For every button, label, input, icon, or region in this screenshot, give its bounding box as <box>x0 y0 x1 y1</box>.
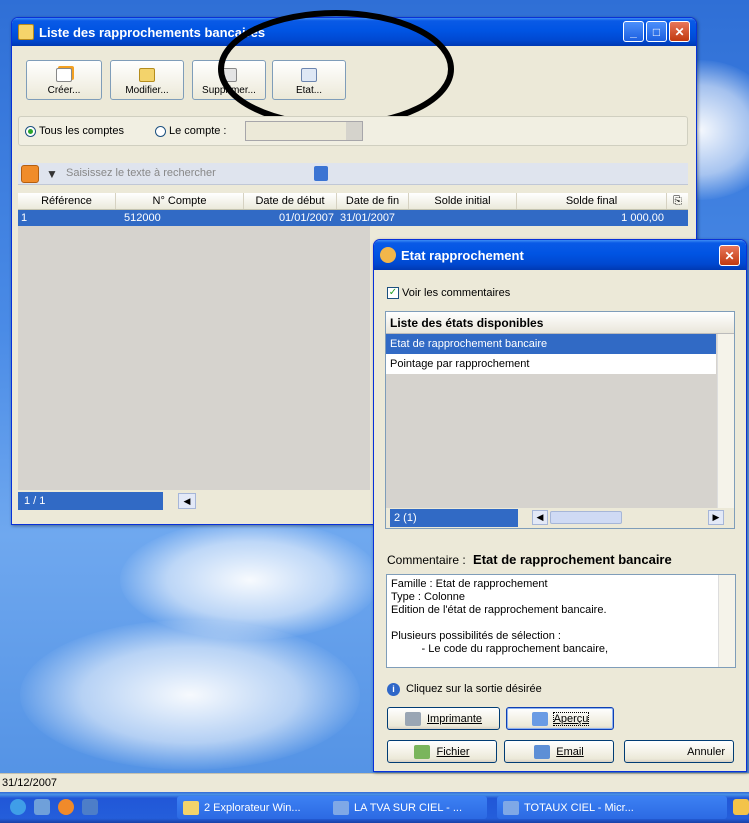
internet-explorer-icon[interactable] <box>10 799 26 815</box>
file-icon <box>414 744 431 759</box>
grid-body <box>18 226 370 490</box>
list-count: 2 (1) <box>390 509 518 527</box>
column-chooser-icon[interactable]: ⎘ <box>667 193 688 209</box>
preview-icon <box>531 711 548 726</box>
cell-start-date: 01/01/2007 <box>278 212 334 224</box>
dialog-icon <box>380 247 396 263</box>
dialog-title: Etat rapprochement <box>401 247 524 263</box>
comment-title: Etat de rapprochement bancaire <box>473 552 672 567</box>
col-start-date[interactable]: Date de début <box>244 193 337 209</box>
col-initial-balance[interactable]: Solde initial <box>409 193 517 209</box>
list-footer: 2 (1) ◀ ▶ <box>386 508 734 528</box>
cell-reference: 1 <box>21 212 28 224</box>
all-accounts-radio[interactable]: Tous les comptes <box>25 125 124 137</box>
radio-dot <box>25 125 36 137</box>
quicklaunch-icon[interactable] <box>82 799 98 815</box>
checkbox-checked-icon: ✓ <box>387 287 399 300</box>
window-icon <box>503 800 519 815</box>
taskbar-item-totaux[interactable]: TOTAUX CIEL - Micr... <box>497 796 727 819</box>
account-select[interactable] <box>245 121 363 141</box>
search-input[interactable]: Saisissez le texte à rechercher <box>66 167 216 179</box>
list-scrollbar[interactable] <box>717 334 734 508</box>
window-icon <box>333 800 349 815</box>
list-item[interactable]: Etat de rapprochement bancaire <box>386 334 716 354</box>
media-player-icon[interactable] <box>58 799 74 815</box>
comment-scrollbar[interactable] <box>718 575 735 667</box>
col-account[interactable]: N° Compte <box>116 193 244 209</box>
search-bar: ▼ Saisissez le texte à rechercher <box>18 163 688 185</box>
status-date: 31/12/2007 <box>2 777 58 789</box>
taskbar: 2 Explorateur Win... LA TVA SUR CIEL - .… <box>0 792 749 823</box>
list-item[interactable]: Pointage par rapprochement <box>386 354 716 374</box>
info-icon: i <box>387 683 400 696</box>
grid-header: Référence N° Compte Date de début Date d… <box>18 193 688 210</box>
comment-line: Edition de l'état de rapprochement banca… <box>391 604 607 616</box>
search-icon[interactable] <box>21 165 39 183</box>
taskbar-item-explorer[interactable]: 2 Explorateur Win... <box>177 796 345 819</box>
comment-heading: Commentaire : Etat de rapprochement banc… <box>387 552 672 567</box>
email-button[interactable]: Email <box>504 740 614 763</box>
dialog-close-button[interactable]: ✕ <box>719 245 740 266</box>
pager-count: 1 / 1 <box>18 492 163 510</box>
search-dropdown-icon[interactable] <box>314 166 328 181</box>
cell-final-balance: 1 000,00 <box>621 212 664 224</box>
comment-line: Type : Colonne <box>391 591 465 603</box>
dropdown-arrow-icon <box>346 122 362 140</box>
cell-end-date: 31/01/2007 <box>340 212 396 224</box>
hscroll-thumb[interactable] <box>550 511 622 524</box>
list-header: Liste des états disponibles <box>386 312 734 334</box>
cell-account: 512000 <box>124 212 161 224</box>
dialog-titlebar[interactable]: Etat rapprochement ✕ <box>374 240 746 270</box>
comment-line: Famille : Etat de rapprochement <box>391 578 548 590</box>
quicklaunch-icon[interactable] <box>34 799 50 815</box>
comment-box[interactable]: Famille : Etat de rapprochement Type : C… <box>386 574 736 668</box>
scroll-left-icon[interactable]: ◀ <box>178 493 196 509</box>
cancel-button[interactable]: Annuler <box>624 740 734 763</box>
file-button[interactable]: Fichier <box>387 740 497 763</box>
states-list: Liste des états disponibles Etat de rapp… <box>385 311 735 529</box>
comment-line: Plusieurs possibilités de sélection : <box>391 630 561 642</box>
pager: 1 / 1 ◀ <box>18 492 370 510</box>
table-row[interactable]: 1 512000 01/01/2007 31/01/2007 1 000,00 <box>18 210 688 226</box>
taskbar-app-icon[interactable] <box>733 799 749 815</box>
cell-initial-balance <box>409 210 517 226</box>
account-filter: Tous les comptes Le compte : <box>18 116 688 146</box>
hscroll-right-icon[interactable]: ▶ <box>708 510 724 525</box>
account-radio[interactable]: Le compte : <box>155 125 226 137</box>
radio-dot <box>155 125 166 137</box>
email-icon <box>534 744 551 759</box>
filter-icon[interactable]: ▼ <box>46 167 58 181</box>
preview-button[interactable]: Aperçu <box>506 707 614 730</box>
col-end-date[interactable]: Date de fin <box>337 193 409 209</box>
comment-line <box>391 617 731 630</box>
folder-icon <box>183 800 199 815</box>
printer-icon <box>404 711 421 726</box>
comment-line: - Le code du rapprochement bancaire, <box>391 643 609 655</box>
show-comments-checkbox[interactable]: ✓ Voir les commentaires <box>387 287 510 300</box>
print-button[interactable]: Imprimante <box>387 707 500 730</box>
col-final-balance[interactable]: Solde final <box>517 193 667 209</box>
status-bar: 31/12/2007 <box>0 773 749 792</box>
hscroll-left-icon[interactable]: ◀ <box>532 510 548 525</box>
taskbar-item-tva[interactable]: LA TVA SUR CIEL - ... <box>327 796 487 819</box>
hint-row: i Cliquez sur la sortie désirée <box>387 683 542 696</box>
col-reference[interactable]: Référence <box>18 193 116 209</box>
